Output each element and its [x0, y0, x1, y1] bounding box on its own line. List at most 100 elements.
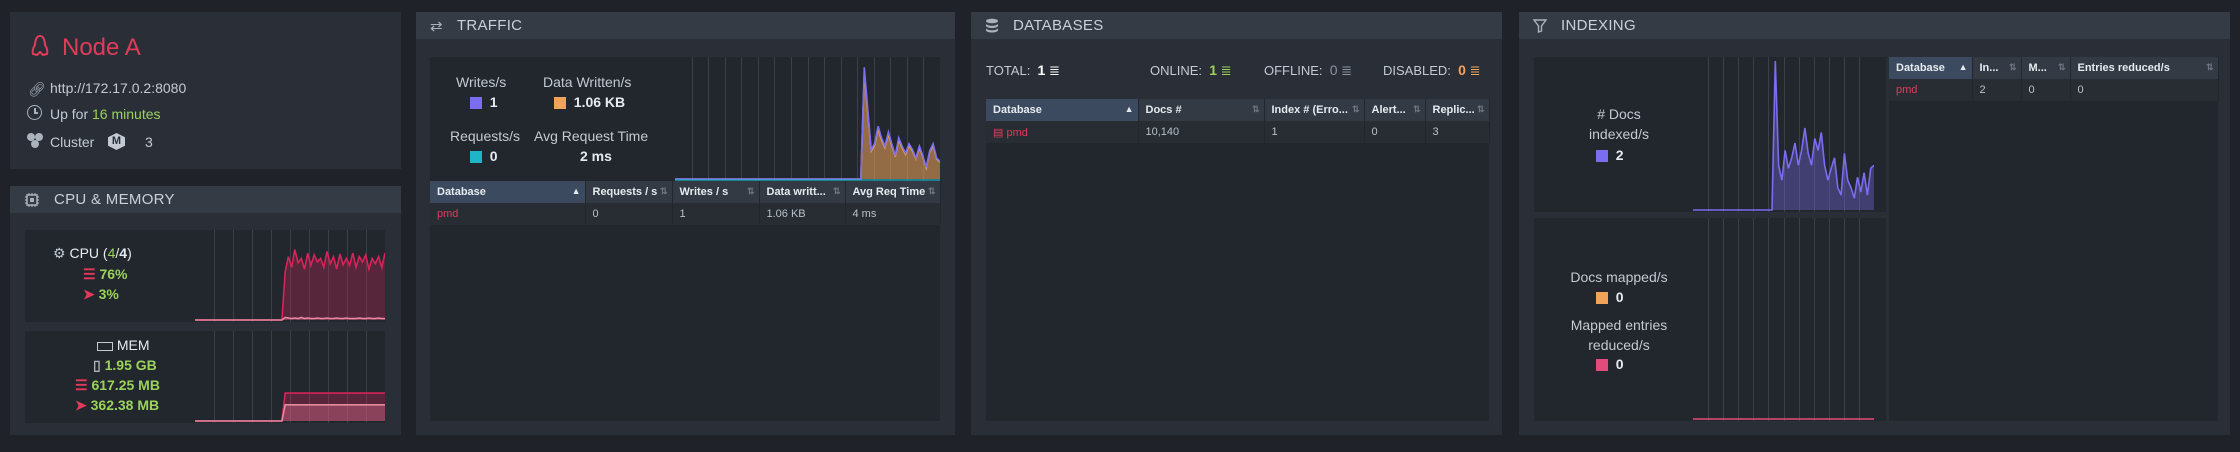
databases-header: DATABASES [971, 12, 1502, 39]
mem-machine-value: 617.25 MB [91, 377, 160, 393]
indexing-title: INDEXING [1561, 17, 1636, 34]
sort-up-icon: ▲ [1958, 62, 1968, 72]
cell-data-written: 1.06 KB [759, 203, 846, 225]
database-link[interactable]: pmd [1889, 79, 1973, 101]
column-header-database[interactable]: Database ▲ [986, 99, 1139, 121]
total-label: TOTAL: [986, 63, 1031, 78]
cell-alerts: 0 [1364, 121, 1426, 143]
column-header-mapped[interactable]: M... ⇅ [2021, 57, 2071, 79]
cpu-process-value: 3% [98, 286, 119, 302]
column-header-database[interactable]: Database ▲ [1889, 57, 1973, 79]
online-value: 1 [1209, 62, 1218, 78]
cpu-box: ⚙︎ CPU (4/4) ☰ 76% ➤ 3% [25, 230, 385, 322]
cell-entries-reduced: 0 [2070, 79, 2219, 101]
offline-value: 0 [1329, 62, 1338, 78]
sort-icon: ⇅ [1412, 104, 1421, 114]
column-header-alerts[interactable]: Alert... ⇅ [1364, 99, 1426, 121]
database-online-icon: ≣ [1220, 63, 1232, 78]
column-header-database[interactable]: Database ▲ [430, 181, 586, 203]
databases-panel: DATABASES TOTAL: 1 ≣ ONLINE: 1 ≣ OFFLINE… [971, 12, 1502, 435]
column-header-writes[interactable]: Writes / s ⇅ [672, 181, 760, 203]
table-row[interactable]: ▤ pmd 10,140 1 0 3 [986, 121, 1490, 143]
docs-indexed-box: # Docs indexed/s 2 [1534, 57, 1886, 212]
sort-icon: ⇅ [1251, 104, 1260, 114]
database-link[interactable]: pmd [430, 203, 586, 225]
mapped-reduced-legend-swatch [1596, 359, 1608, 372]
requests-row: 0 [470, 148, 498, 164]
mem-line: MEM [97, 337, 150, 353]
node-url[interactable]: http://172.17.0.2:8080 [50, 80, 186, 96]
column-header-index-errors[interactable]: Index # (Erro... ⇅ [1264, 99, 1365, 121]
total-value: 1 [1037, 62, 1046, 78]
db-online[interactable]: ONLINE: 1 ≣ [1150, 62, 1232, 79]
cpu-label: CPU [69, 245, 100, 261]
requests-value: 0 [489, 148, 498, 164]
mem-available-row: ▯ 1.95 GB [93, 357, 157, 374]
database-icon [985, 18, 999, 34]
table-row[interactable]: pmd 2 0 0 [1889, 79, 2219, 101]
cpu-memory-header: CPU & MEMORY [10, 186, 401, 213]
writes-legend-swatch [470, 97, 482, 110]
mem-available-value: 1.95 GB [104, 357, 157, 373]
indexing-header: INDEXING [1519, 12, 2230, 39]
cpu-chart [195, 230, 385, 322]
database-icon: ▤ [993, 126, 1004, 139]
clock-icon [27, 105, 42, 120]
writes-label: Writes/s [456, 74, 507, 90]
column-header-requests[interactable]: Requests / s ⇅ [585, 181, 673, 203]
databases-title: DATABASES [1013, 17, 1104, 34]
cell-replication: 3 [1425, 121, 1490, 143]
column-header-avg-req-time[interactable]: Avg Req Time ⇅ [845, 181, 941, 203]
writes-value: 1 [489, 94, 498, 110]
cell-mapped: 0 [2021, 79, 2071, 101]
data-written-row: 1.06 KB [554, 94, 625, 110]
mem-process-row: ➤ 362.38 MB [75, 397, 159, 414]
disabled-value: 0 [1458, 62, 1466, 78]
databases-table-container: Database ▲ Docs # ⇅ Index # (Erro... ⇅ Aler… [986, 99, 1490, 421]
sort-up-icon: ▲ [1124, 104, 1134, 114]
indexing-table: Database ▲ In... ⇅ M... ⇅ Entries reduced/s… [1889, 57, 2219, 101]
sort-icon: ⇅ [1351, 104, 1360, 114]
sort-icon: ⇅ [927, 186, 936, 196]
data-written-value: 1.06 KB [573, 94, 626, 110]
disabled-label: DISABLED: [1383, 63, 1451, 78]
db-disabled[interactable]: DISABLED: 0 ≣ [1383, 62, 1480, 79]
column-header-docs[interactable]: Docs # ⇅ [1138, 99, 1265, 121]
cluster-badge: M [108, 133, 125, 150]
traffic-chart [675, 57, 940, 181]
column-header-replication[interactable]: Replic... ⇅ [1425, 99, 1490, 121]
db-total: TOTAL: 1 ≣ [986, 62, 1060, 79]
cell-avg-req-time: 4 ms [845, 203, 941, 225]
db-offline[interactable]: OFFLINE: 0 ≣ [1264, 62, 1352, 79]
process-icon: ➤ [75, 397, 87, 413]
table-row[interactable]: pmd 0 1 1.06 KB 4 ms [430, 203, 941, 225]
cpu-process-row: ➤ 3% [83, 286, 119, 303]
traffic-table: Database ▲ Requests / s ⇅ Writes / s ⇅ Data… [430, 181, 941, 225]
cpu-close-paren: ) [127, 245, 132, 261]
column-header-indexed[interactable]: In... ⇅ [1972, 57, 2022, 79]
cell-indexed: 2 [1972, 79, 2022, 101]
server-icon: ☰ [75, 377, 88, 393]
cell-writes: 1 [672, 203, 760, 225]
database-link[interactable]: ▤ pmd [986, 121, 1139, 143]
indexing-table-header-row: Database ▲ In... ⇅ M... ⇅ Entries reduced/s… [1889, 57, 2219, 79]
uptime-prefix: Up for [50, 106, 89, 122]
column-header-entries-reduced[interactable]: Entries reduced/s ⇅ [2070, 57, 2219, 79]
traffic-title: TRAFFIC [456, 17, 523, 34]
document-icon: ▯ [93, 357, 101, 373]
docs-indexed-chart [1693, 57, 1874, 212]
filter-icon [1533, 18, 1547, 33]
sort-icon: ⇅ [659, 186, 668, 196]
database-disabled-icon: ≣ [1469, 63, 1481, 78]
traffic-table-header-row: Database ▲ Requests / s ⇅ Writes / s ⇅ Data… [430, 181, 941, 203]
avg-request-value: 2 ms [580, 148, 612, 164]
mem-label: MEM [116, 337, 150, 353]
sort-icon: ⇅ [1476, 104, 1485, 114]
docs-mapped-chart [1693, 218, 1874, 421]
data-written-legend-swatch [554, 97, 566, 110]
column-header-data-written[interactable]: Data writt... ⇅ [759, 181, 846, 203]
docs-indexed-label: # Docs indexed/s [1589, 106, 1649, 142]
sort-icon: ⇅ [832, 186, 841, 196]
cluster-count: 3 [145, 134, 153, 150]
cell-index-errors: 1 [1264, 121, 1365, 143]
